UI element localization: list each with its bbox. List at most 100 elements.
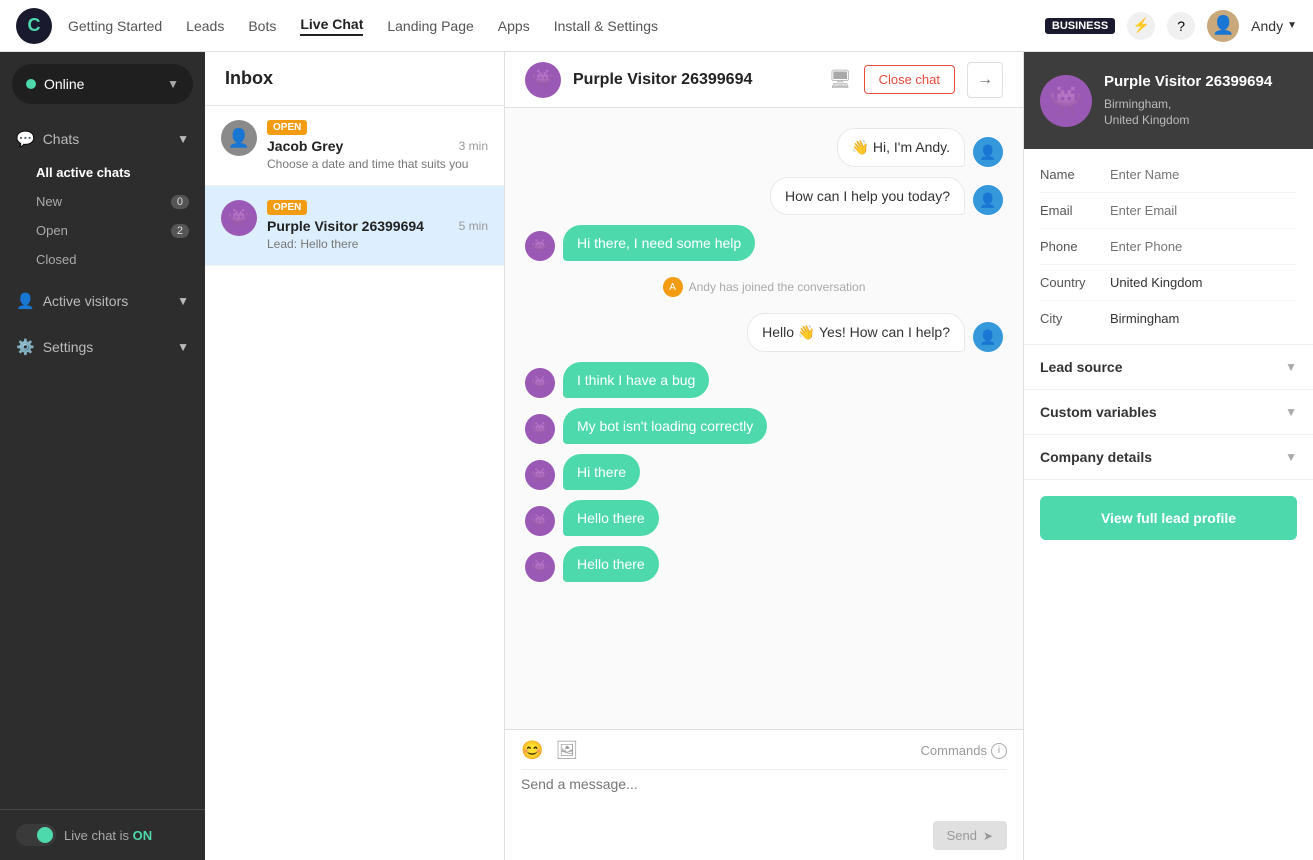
message-input[interactable] <box>521 776 1007 812</box>
field-city: City Birmingham <box>1040 301 1297 336</box>
nav-item-install-settings[interactable]: Install & Settings <box>554 18 658 34</box>
close-chat-button[interactable]: Close chat <box>864 65 955 94</box>
company-details-section[interactable]: Company details ▼ <box>1024 435 1313 480</box>
settings-header[interactable]: ⚙️ Settings ▼ <box>0 328 205 366</box>
nav-item-live-chat[interactable]: Live Chat <box>300 16 363 36</box>
chat-item-purple-visitor[interactable]: 👾 OPEN Purple Visitor 26399694 5 min Lea… <box>205 186 504 266</box>
visitor-avatar-msg-1: 👾 <box>525 231 555 261</box>
chats-icon: 💬 <box>16 130 35 148</box>
all-active-label: All active chats <box>36 165 131 180</box>
chat-area: 👾 Purple Visitor 26399694 🖥 Close chat →… <box>505 52 1023 860</box>
lightning-icon-btn[interactable]: ⚡ <box>1127 12 1155 40</box>
settings-section: ⚙️ Settings ▼ <box>0 324 205 370</box>
msg-row-visitor-1: 👾 Hi there, I need some help <box>525 225 1003 261</box>
monitor-icon: 🖥 <box>829 69 852 90</box>
agent-avatar-2: 👤 <box>973 185 1003 215</box>
commands-label: Commands <box>921 743 987 758</box>
phone-label: Phone <box>1040 239 1110 254</box>
expand-button[interactable]: → <box>967 62 1003 98</box>
email-label: Email <box>1040 203 1110 218</box>
online-status[interactable]: Online ▼ <box>12 64 193 104</box>
chat-header-avatar: 👾 <box>525 62 561 98</box>
settings-icon: ⚙️ <box>16 338 35 356</box>
chat-item-jacob[interactable]: 👤 OPEN Jacob Grey 3 min Choose a date an… <box>205 106 504 186</box>
msg-bubble-agent-2: How can I help you today? <box>770 177 965 215</box>
sidebar-item-all-active[interactable]: All active chats <box>0 158 205 187</box>
visitor-avatar-large: 👾 <box>1040 75 1092 127</box>
country-label: Country <box>1040 275 1110 290</box>
view-profile-container: View full lead profile <box>1024 480 1313 556</box>
nav-item-getting-started[interactable]: Getting Started <box>68 18 162 34</box>
send-label: Send <box>947 828 977 843</box>
user-avatar: 👤 <box>1207 10 1239 42</box>
nav-item-bots[interactable]: Bots <box>248 18 276 34</box>
live-chat-toggle-row: Live chat is ON <box>0 809 205 860</box>
send-button[interactable]: Send ➤ <box>933 821 1007 850</box>
msg-row-agent-1: 👤 👋 Hi, I'm Andy. <box>525 128 1003 167</box>
msg-bubble-visitor-2: I think I have a bug <box>563 362 709 398</box>
nav-item-apps[interactable]: Apps <box>498 18 530 34</box>
main-layout: Online ▼ 💬 Chats ▼ All active chats New … <box>0 52 1313 860</box>
custom-variables-section[interactable]: Custom variables ▼ <box>1024 390 1313 435</box>
user-name: Andy <box>1251 18 1283 34</box>
msg-bubble-visitor-3: My bot isn't loading correctly <box>563 408 767 444</box>
purple-open-badge: OPEN <box>267 200 307 215</box>
msg-row-visitor-5: 👾 Hello there <box>525 500 1003 536</box>
status-dot <box>26 79 36 89</box>
help-icon-btn[interactable]: ? <box>1167 12 1195 40</box>
user-menu[interactable]: Andy ▼ <box>1251 18 1297 34</box>
sidebar-item-new[interactable]: New 0 <box>0 187 205 216</box>
msg-row-visitor-3: 👾 My bot isn't loading correctly <box>525 408 1003 444</box>
email-input[interactable] <box>1110 203 1297 218</box>
field-email: Email <box>1040 193 1297 229</box>
purple-visitor-info: OPEN Purple Visitor 26399694 5 min Lead:… <box>267 200 488 251</box>
chats-section-header[interactable]: 💬 Chats ▼ <box>0 120 205 158</box>
jacob-avatar: 👤 <box>221 120 257 156</box>
live-chat-toggle[interactable] <box>16 824 56 846</box>
jacob-name: Jacob Grey <box>267 138 343 154</box>
view-full-lead-profile-button[interactable]: View full lead profile <box>1040 496 1297 540</box>
msg-row-agent-3: 👤 Hello 👋 Yes! How can I help? <box>525 313 1003 352</box>
msg-bubble-agent-3: Hello 👋 Yes! How can I help? <box>747 313 965 352</box>
phone-input[interactable] <box>1110 239 1297 254</box>
chats-arrow: ▼ <box>177 132 189 146</box>
active-visitors-section: 👤 Active visitors ▼ <box>0 278 205 324</box>
app-logo[interactable]: C <box>16 8 52 44</box>
top-nav: C Getting Started Leads Bots Live Chat L… <box>0 0 1313 52</box>
new-badge: 0 <box>171 195 189 209</box>
chats-section: 💬 Chats ▼ All active chats New 0 Open 2 … <box>0 116 205 278</box>
msg-row-visitor-6: 👾 Hello there <box>525 546 1003 582</box>
active-visitors-arrow: ▼ <box>177 294 189 308</box>
emoji-icon[interactable]: 😊 <box>521 740 543 761</box>
nav-items: Getting Started Leads Bots Live Chat Lan… <box>68 16 1045 36</box>
active-visitors-header[interactable]: 👤 Active visitors ▼ <box>0 282 205 320</box>
chats-sub-items: All active chats New 0 Open 2 Closed <box>0 158 205 274</box>
city-label: City <box>1040 311 1110 326</box>
name-input[interactable] <box>1110 167 1297 182</box>
settings-label: Settings <box>43 339 94 355</box>
system-text: Andy has joined the conversation <box>689 280 866 294</box>
lead-source-section[interactable]: Lead source ▼ <box>1024 345 1313 390</box>
lead-source-chevron: ▼ <box>1285 360 1297 374</box>
active-visitors-icon: 👤 <box>16 292 35 310</box>
visitor-name-display: Purple Visitor 26399694 <box>1104 72 1272 92</box>
msg-bubble-visitor-6: Hello there <box>563 546 659 582</box>
sidebar-item-closed[interactable]: Closed <box>0 245 205 274</box>
contact-form: Name Email Phone Country United Kingdom … <box>1024 149 1313 345</box>
custom-variables-label: Custom variables <box>1040 404 1157 420</box>
visitor-avatar-msg-5: 👾 <box>525 506 555 536</box>
image-icon[interactable]: 🖼 <box>555 740 578 761</box>
system-message: A Andy has joined the conversation <box>525 271 1003 303</box>
msg-row-visitor-2: 👾 I think I have a bug <box>525 362 1003 398</box>
right-panel: 👾 Purple Visitor 26399694 Birmingham,Uni… <box>1023 52 1313 860</box>
status-text: Online <box>44 76 84 92</box>
msg-row-agent-2: 👤 How can I help you today? <box>525 177 1003 215</box>
nav-item-leads[interactable]: Leads <box>186 18 224 34</box>
live-chat-text: Live chat is ON <box>64 828 152 843</box>
commands-button[interactable]: Commands i <box>921 743 1007 759</box>
input-bottom-row: Send ➤ <box>521 821 1007 850</box>
chats-label: Chats <box>43 131 80 147</box>
sidebar-item-open[interactable]: Open 2 <box>0 216 205 245</box>
nav-item-landing-page[interactable]: Landing Page <box>387 18 473 34</box>
msg-row-visitor-4: 👾 Hi there <box>525 454 1003 490</box>
